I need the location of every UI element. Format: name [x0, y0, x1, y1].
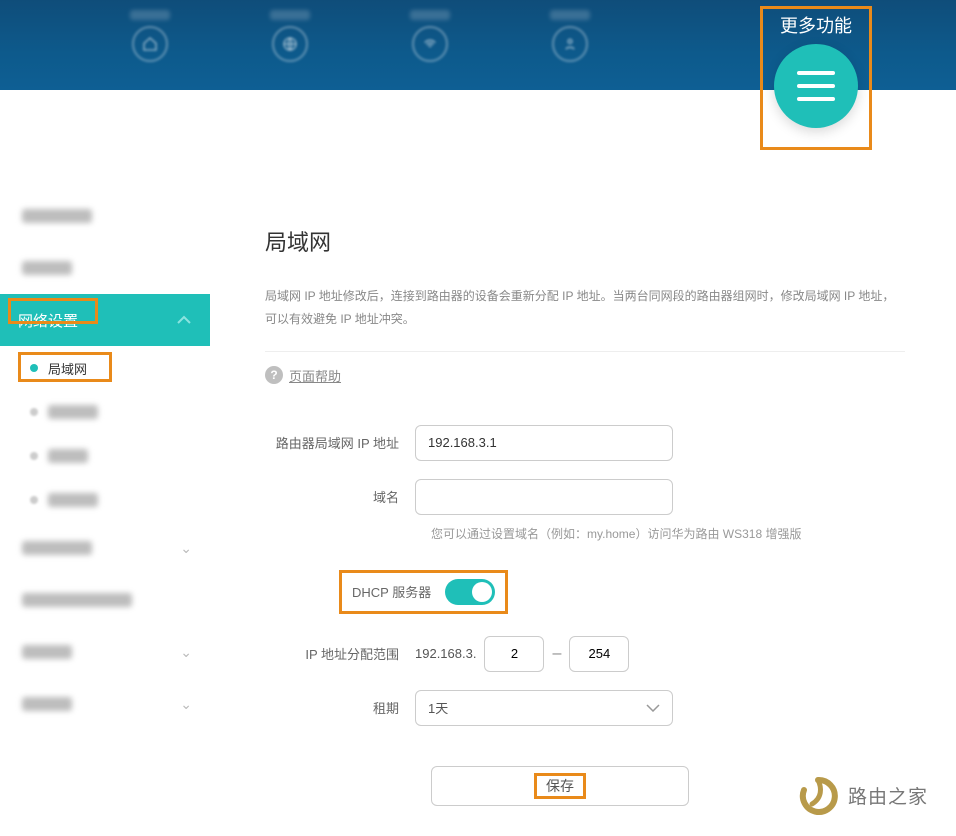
sidebar-item[interactable]: ⌄: [0, 626, 210, 678]
more-menu[interactable]: 更多功能: [774, 12, 858, 128]
domain-hint: 您可以通过设置域名（例如：my.home）访问华为路由 WS318 增强版: [431, 525, 926, 542]
logo-icon: [798, 776, 838, 816]
range-label: IP 地址分配范围: [265, 644, 415, 663]
hamburger-icon[interactable]: [774, 44, 858, 128]
sidebar-item[interactable]: [0, 190, 210, 242]
router-ip-input[interactable]: [415, 425, 673, 461]
content-area: 局域网 局域网 IP 地址修改后，连接到路由器的设备会重新分配 IP 地址。当两…: [210, 190, 956, 836]
wifi-icon: [412, 26, 448, 62]
chevron-up-icon: [176, 312, 192, 329]
save-button-label: 保存: [546, 776, 574, 796]
banner-item: [130, 10, 170, 62]
chevron-down-icon: [646, 700, 660, 715]
home-icon: [132, 26, 168, 62]
range-end-input[interactable]: [569, 636, 629, 672]
chevron-down-icon: ⌄: [180, 540, 192, 557]
sidebar-item[interactable]: ⌄: [0, 678, 210, 730]
globe-icon: [272, 26, 308, 62]
ip-label: 路由器局域网 IP 地址: [265, 433, 415, 452]
sidebar-item[interactable]: ⌄: [0, 522, 210, 574]
banner-item: [270, 10, 310, 62]
bullet-icon: [30, 364, 38, 372]
dash-separator: –: [552, 645, 561, 663]
sidebar-item-network-settings[interactable]: 网络设置: [0, 294, 210, 346]
sidebar-item-label: 网络设置: [18, 310, 78, 331]
dhcp-toggle[interactable]: [445, 579, 495, 605]
banner-item: [410, 10, 450, 62]
range-prefix: 192.168.3.: [415, 646, 476, 661]
chevron-down-icon: ⌄: [180, 644, 192, 661]
lease-select[interactable]: 1天: [415, 690, 673, 726]
sidebar-subitem[interactable]: [0, 478, 210, 522]
highlight-box: DHCP 服务器: [339, 570, 508, 614]
page-description: 局域网 IP 地址修改后，连接到路由器的设备会重新分配 IP 地址。当两台同网段…: [265, 285, 905, 331]
sidebar-subitem-label: 局域网: [48, 359, 87, 378]
chevron-down-icon: ⌄: [180, 696, 192, 713]
sidebar-subitem-lan[interactable]: 局域网: [0, 346, 210, 390]
banner-nav-blurred: [130, 10, 590, 62]
more-label: 更多功能: [780, 12, 852, 38]
question-icon: ?: [265, 366, 283, 384]
lease-value: 1天: [428, 698, 448, 717]
sidebar-item[interactable]: [0, 574, 210, 626]
sidebar-subitem[interactable]: [0, 434, 210, 478]
sidebar-item[interactable]: [0, 242, 210, 294]
sidebar-subitem[interactable]: [0, 390, 210, 434]
page-title: 局域网: [265, 225, 926, 257]
watermark-text: 路由之家: [848, 782, 928, 809]
help-link-label[interactable]: 页面帮助: [289, 366, 341, 385]
lease-label: 租期: [265, 698, 415, 717]
help-link[interactable]: ? 页面帮助: [265, 351, 905, 385]
save-button[interactable]: 保存: [431, 766, 689, 806]
sidebar: 网络设置 局域网 ⌄ ⌄ ⌄: [0, 190, 210, 836]
range-start-input[interactable]: [484, 636, 544, 672]
dhcp-label: DHCP 服务器: [352, 582, 431, 601]
domain-label: 域名: [265, 487, 415, 506]
device-icon: [552, 26, 588, 62]
banner-item: [550, 10, 590, 62]
watermark: 路由之家: [798, 776, 928, 816]
domain-input[interactable]: [415, 479, 673, 515]
top-banner: 更多功能: [0, 0, 956, 90]
